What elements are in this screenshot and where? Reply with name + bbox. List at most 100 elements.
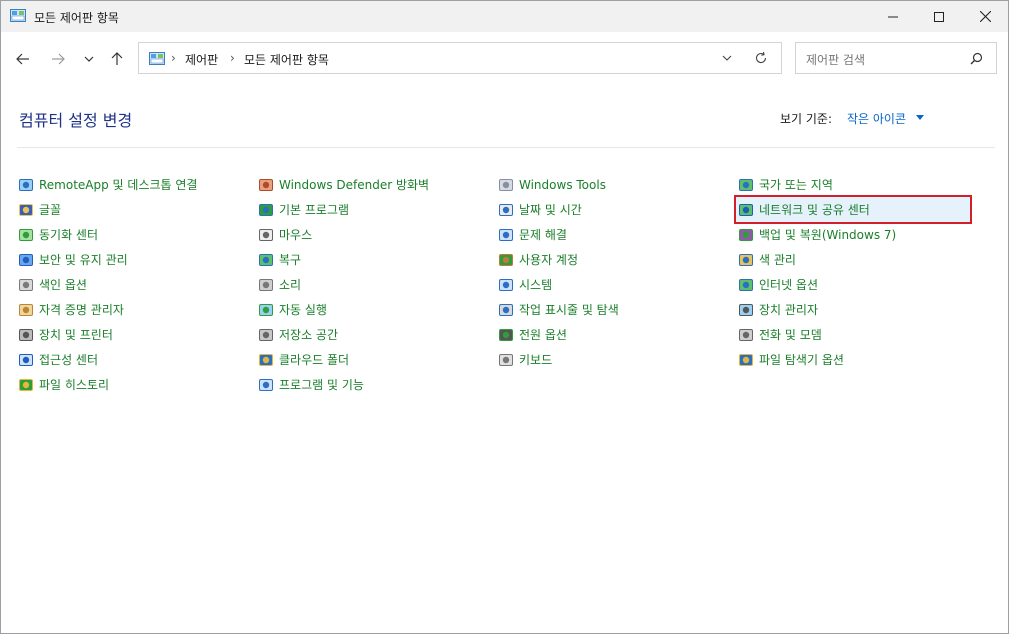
mouse-icon (259, 228, 273, 241)
control-panel-item[interactable]: 장치 관리자 (738, 297, 970, 322)
control-panel-item-label[interactable]: RemoteApp 및 데스크톱 연결 (39, 176, 197, 193)
control-panel-item[interactable]: 기본 프로그램 (258, 197, 429, 222)
control-panel-item-label[interactable]: 네트워크 및 공유 센터 (759, 201, 870, 218)
control-panel-item-label[interactable]: 파일 히스토리 (39, 376, 109, 393)
control-panel-item[interactable]: RemoteApp 및 데스크톱 연결 (18, 172, 197, 197)
recent-locations-button[interactable] (77, 47, 101, 71)
control-panel-item-label[interactable]: 색 관리 (759, 251, 796, 268)
address-bar[interactable]: › 제어판 › 모든 제어판 항목 (138, 42, 782, 74)
breadcrumb-separator-icon[interactable]: › (230, 51, 235, 65)
breadcrumb-item[interactable]: 제어판 (185, 51, 218, 68)
items-column-3: Windows Tools 날짜 및 시간문제 해결사용자 계정시스템작업 표시줄… (498, 172, 619, 372)
breadcrumb-item[interactable]: 모든 제어판 항목 (244, 51, 329, 68)
search-icon[interactable] (970, 52, 983, 65)
default-programs-icon (259, 203, 273, 216)
control-panel-item-label[interactable]: 백업 및 복원(Windows 7) (759, 226, 896, 243)
control-panel-item-label[interactable]: 전화 및 모뎀 (759, 326, 822, 343)
address-dropdown-icon[interactable] (720, 51, 734, 65)
control-panel-item-label[interactable]: 사용자 계정 (519, 251, 578, 268)
control-panel-item-label[interactable]: 복구 (279, 251, 301, 268)
control-panel-item-label[interactable]: 시스템 (519, 276, 552, 293)
control-panel-item[interactable]: 글꼴 (18, 197, 197, 222)
control-panel-item[interactable]: Windows Tools (498, 172, 619, 197)
control-panel-item-label[interactable]: 기본 프로그램 (279, 201, 349, 218)
control-panel-item[interactable]: 마우스 (258, 222, 429, 247)
control-panel-item-label[interactable]: 프로그램 및 기능 (279, 376, 364, 393)
title-bar[interactable]: 모든 제어판 항목 (1, 1, 1008, 32)
control-panel-item-label[interactable]: 장치 관리자 (759, 301, 818, 318)
control-panel-item[interactable]: 인터넷 옵션 (738, 272, 970, 297)
control-panel-item[interactable]: 파일 히스토리 (18, 372, 197, 397)
search-box[interactable]: 제어판 검색 (795, 42, 997, 74)
refresh-icon[interactable] (754, 51, 768, 65)
control-panel-item-label[interactable]: 동기화 센터 (39, 226, 98, 243)
control-panel-item-label[interactable]: 파일 탐색기 옵션 (759, 351, 844, 368)
control-panel-item-label[interactable]: 전원 옵션 (519, 326, 567, 343)
control-panel-item[interactable]: 자격 증명 관리자 (18, 297, 197, 322)
control-panel-item[interactable]: 복구 (258, 247, 429, 272)
control-panel-item[interactable]: 국가 또는 지역 (738, 172, 970, 197)
control-panel-item[interactable]: 자동 실행 (258, 297, 429, 322)
control-panel-item-label[interactable]: 저장소 공간 (279, 326, 338, 343)
control-panel-item-label[interactable]: 인터넷 옵션 (759, 276, 818, 293)
globe-icon (739, 178, 753, 191)
control-panel-item[interactable]: 파일 탐색기 옵션 (738, 347, 970, 372)
control-panel-item-label[interactable]: 문제 해결 (519, 226, 567, 243)
control-panel-item[interactable]: 시스템 (498, 272, 619, 297)
control-panel-item[interactable]: 키보드 (498, 347, 619, 372)
back-button[interactable] (11, 47, 35, 71)
control-panel-item[interactable]: 네트워크 및 공유 센터 (734, 195, 972, 224)
close-button[interactable] (962, 1, 1008, 32)
control-panel-item[interactable]: 백업 및 복원(Windows 7) (738, 222, 970, 247)
breadcrumb-separator-icon[interactable]: › (171, 51, 176, 65)
control-panel-item-label[interactable]: 글꼴 (39, 201, 61, 218)
control-panel-item[interactable]: 문제 해결 (498, 222, 619, 247)
control-panel-item[interactable]: 전원 옵션 (498, 322, 619, 347)
device-manager-icon (739, 303, 753, 316)
control-panel-item[interactable]: 색인 옵션 (18, 272, 197, 297)
caret-down-icon[interactable] (916, 115, 924, 120)
up-button[interactable] (105, 47, 129, 71)
back-arrow-icon (16, 53, 29, 65)
control-panel-item-label[interactable]: 날짜 및 시간 (519, 201, 582, 218)
control-panel-item[interactable]: Windows Defender 방화벽 (258, 172, 429, 197)
control-panel-icon (10, 9, 26, 22)
control-panel-item-label[interactable]: 작업 표시줄 및 탐색 (519, 301, 619, 318)
maximize-button[interactable] (916, 1, 962, 32)
control-panel-item[interactable]: 보안 및 유지 관리 (18, 247, 197, 272)
minimize-button[interactable] (870, 1, 916, 32)
view-by-dropdown[interactable]: 작은 아이콘 (847, 110, 906, 127)
control-panel-item[interactable]: 전화 및 모뎀 (738, 322, 970, 347)
control-panel-item-label[interactable]: 국가 또는 지역 (759, 176, 833, 193)
control-panel-item[interactable]: 색 관리 (738, 247, 970, 272)
forward-button[interactable] (46, 47, 70, 71)
control-panel-item-label[interactable]: Windows Tools (519, 178, 606, 192)
page-title: 컴퓨터 설정 변경 (19, 111, 133, 130)
control-panel-icon (149, 52, 165, 65)
control-panel-item[interactable]: 장치 및 프린터 (18, 322, 197, 347)
autoplay-icon (259, 303, 273, 316)
control-panel-item[interactable]: 날짜 및 시간 (498, 197, 619, 222)
items-column-1: RemoteApp 및 데스크톱 연결글꼴동기화 센터보안 및 유지 관리색인 … (18, 172, 197, 397)
control-panel-item[interactable]: 접근성 센터 (18, 347, 197, 372)
control-panel-item[interactable]: 프로그램 및 기능 (258, 372, 429, 397)
control-panel-item-label[interactable]: 장치 및 프린터 (39, 326, 113, 343)
control-panel-item[interactable]: 클라우드 폴더 (258, 347, 429, 372)
control-panel-item[interactable]: 작업 표시줄 및 탐색 (498, 297, 619, 322)
control-panel-item[interactable]: 사용자 계정 (498, 247, 619, 272)
control-panel-item-label[interactable]: Windows Defender 방화벽 (279, 176, 429, 193)
control-panel-item-label[interactable]: 색인 옵션 (39, 276, 87, 293)
control-panel-item-label[interactable]: 자동 실행 (279, 301, 327, 318)
control-panel-item-label[interactable]: 클라우드 폴더 (279, 351, 349, 368)
control-panel-item[interactable]: 저장소 공간 (258, 322, 429, 347)
control-panel-item[interactable]: 동기화 센터 (18, 222, 197, 247)
control-panel-item-label[interactable]: 키보드 (519, 351, 552, 368)
control-panel-item-label[interactable]: 마우스 (279, 226, 312, 243)
control-panel-item-label[interactable]: 접근성 센터 (39, 351, 98, 368)
control-panel-item-label[interactable]: 소리 (279, 276, 301, 293)
tools-icon (499, 178, 513, 191)
control-panel-item-label[interactable]: 보안 및 유지 관리 (39, 251, 128, 268)
control-panel-item[interactable]: 소리 (258, 272, 429, 297)
search-input[interactable]: 제어판 검색 (806, 51, 865, 68)
control-panel-item-label[interactable]: 자격 증명 관리자 (39, 301, 124, 318)
